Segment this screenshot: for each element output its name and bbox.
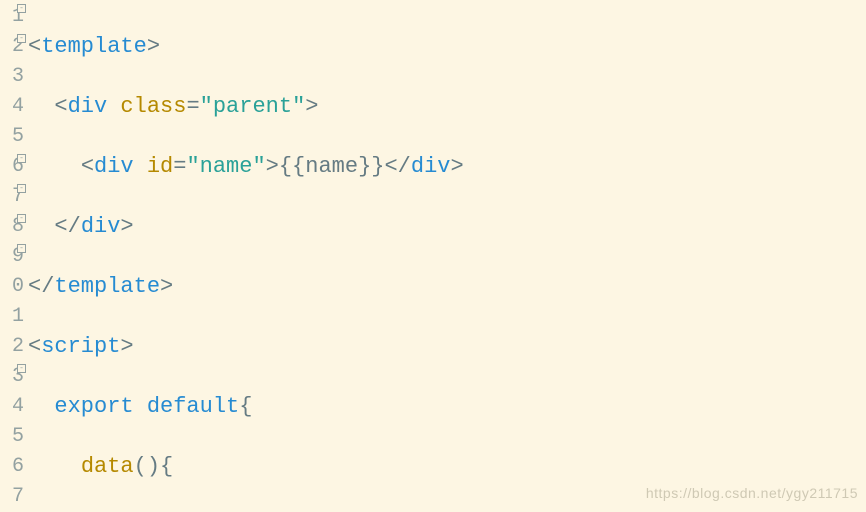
- fold-icon[interactable]: -: [17, 34, 26, 43]
- fold-icon[interactable]: -: [17, 244, 26, 253]
- gutter-row: 5: [0, 422, 24, 452]
- code-line: <div id="name">{{name}}</div>: [28, 152, 866, 182]
- gutter-row: 1-: [0, 2, 24, 32]
- code-line: <template>: [28, 32, 866, 62]
- gutter-row: 5: [0, 122, 24, 152]
- fold-icon[interactable]: -: [17, 4, 26, 13]
- gutter-row: 8-: [0, 212, 24, 242]
- gutter-row: 2-: [0, 32, 24, 62]
- code-line: </div>: [28, 212, 866, 242]
- code-area[interactable]: <template> <div class="parent"> <div id=…: [26, 0, 866, 512]
- gutter-row: 4: [0, 392, 24, 422]
- fold-icon[interactable]: -: [17, 214, 26, 223]
- code-line: export default{: [28, 392, 866, 422]
- gutter-row: 1: [0, 302, 24, 332]
- fold-icon[interactable]: -: [17, 184, 26, 193]
- line-number: 6: [12, 452, 24, 482]
- line-number: 7: [12, 482, 24, 512]
- line-number: 5: [12, 122, 24, 152]
- code-line: <script>: [28, 332, 866, 362]
- line-number: 2: [12, 332, 24, 362]
- line-number: 1: [12, 302, 24, 332]
- gutter-row: 3-: [0, 362, 24, 392]
- gutter-row: 0: [0, 272, 24, 302]
- line-gutter: 1-2-3456-7-8-9-0123-4567: [0, 0, 26, 512]
- line-number: 4: [12, 392, 24, 422]
- fold-icon[interactable]: -: [17, 154, 26, 163]
- gutter-row: 6-: [0, 152, 24, 182]
- gutter-row: 9-: [0, 242, 24, 272]
- gutter-row: 7: [0, 482, 24, 512]
- line-number: 3: [12, 62, 24, 92]
- gutter-row: 6: [0, 452, 24, 482]
- line-number: 0: [12, 272, 24, 302]
- line-number: 5: [12, 422, 24, 452]
- fold-icon[interactable]: -: [17, 364, 26, 373]
- gutter-row: 4: [0, 92, 24, 122]
- line-number: 4: [12, 92, 24, 122]
- code-line: <div class="parent">: [28, 92, 866, 122]
- code-line: </template>: [28, 272, 866, 302]
- gutter-row: 2: [0, 332, 24, 362]
- gutter-row: 3: [0, 62, 24, 92]
- gutter-row: 7-: [0, 182, 24, 212]
- watermark: https://blog.csdn.net/ygy211715: [646, 478, 858, 508]
